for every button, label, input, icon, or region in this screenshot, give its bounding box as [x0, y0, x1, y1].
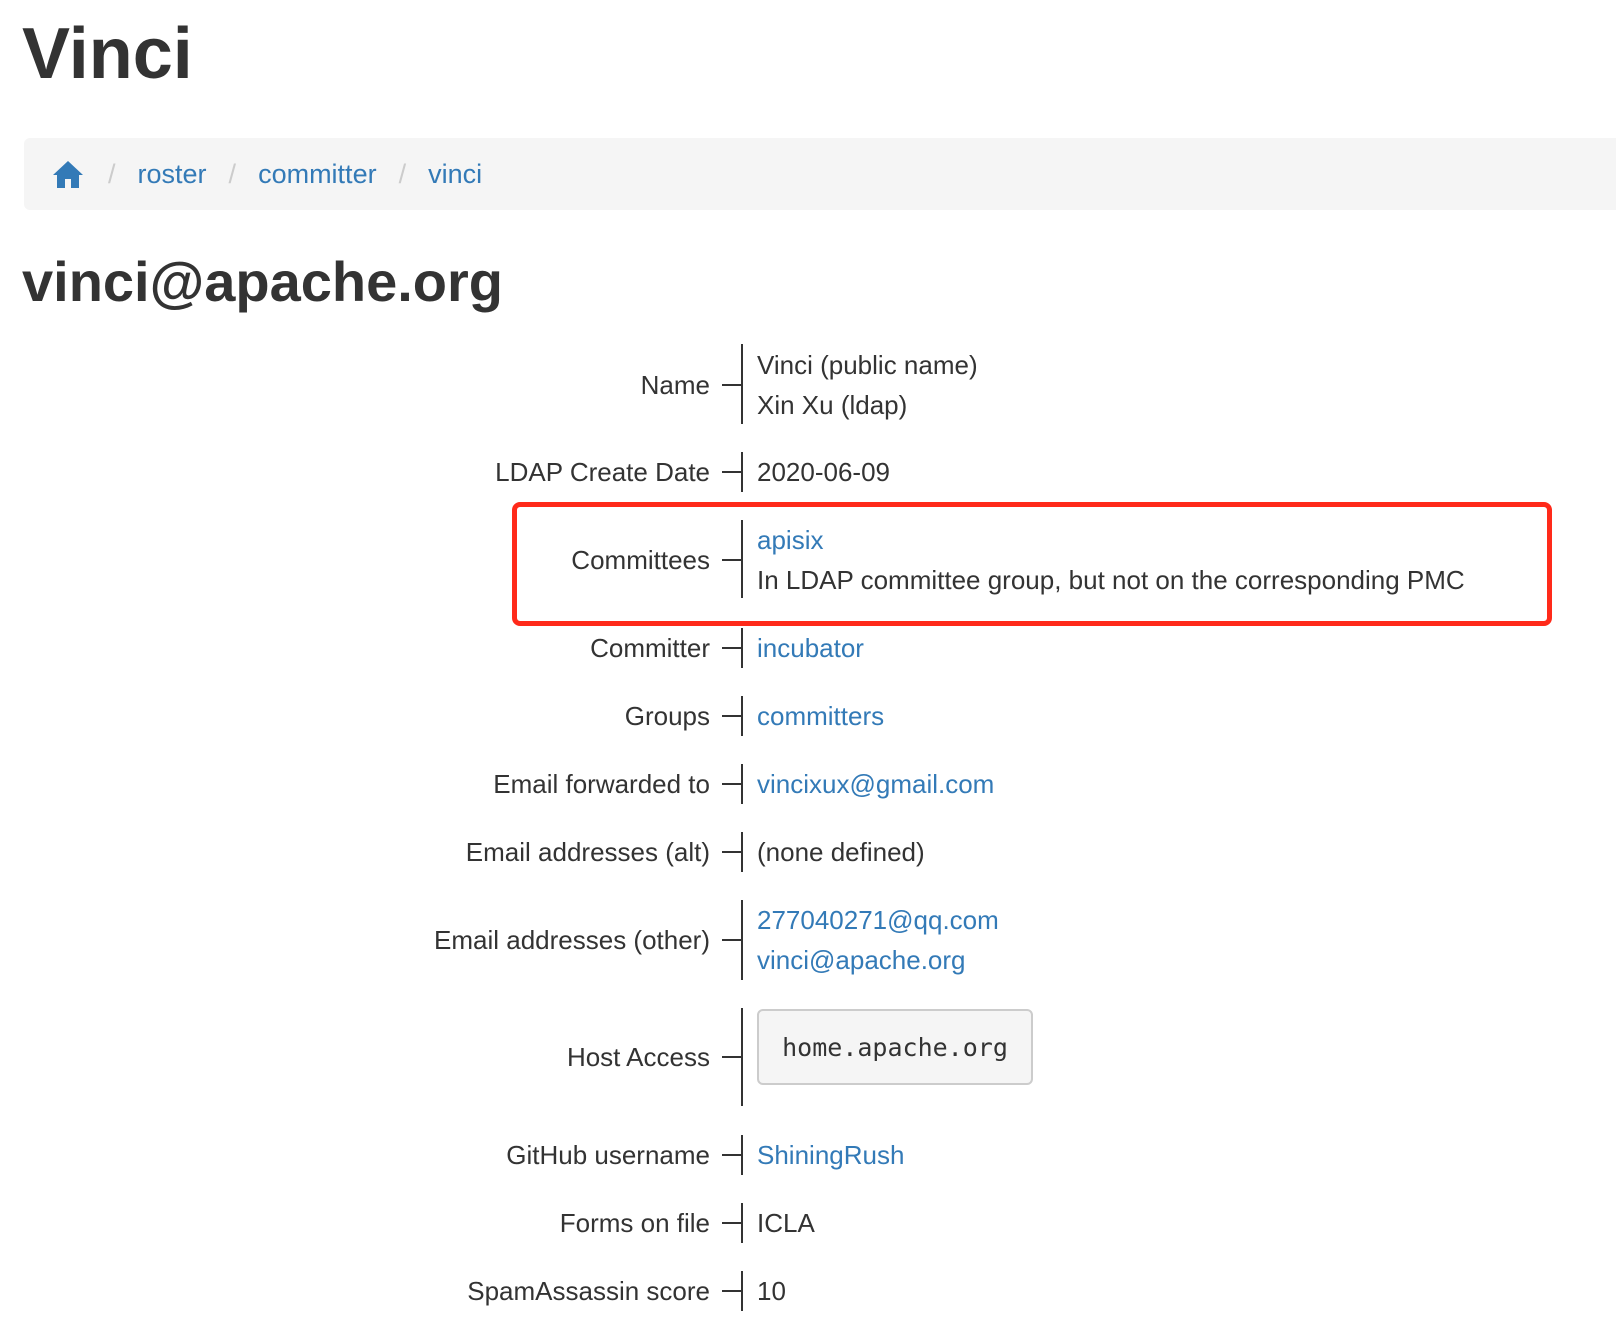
details-list: Name Vinci (public name) Xin Xu (ldap) L…	[0, 0, 1616, 1344]
row-tick	[722, 851, 742, 853]
value-ldap-create-date: 2020-06-09	[757, 457, 890, 487]
github-username-link[interactable]: ShiningRush	[757, 1135, 904, 1175]
email-forwarded-link[interactable]: vincixux@gmail.com	[757, 764, 994, 804]
value-committer: incubator	[757, 628, 864, 668]
ldap-name: Xin Xu (ldap)	[757, 390, 908, 420]
row-vline	[741, 764, 743, 804]
row-tick	[722, 715, 742, 717]
group-link-committers[interactable]: committers	[757, 696, 884, 736]
value-spam-score: 10	[757, 1276, 786, 1306]
public-name: Vinci (public name)	[757, 350, 978, 380]
row-vline	[741, 1135, 743, 1175]
value-github: ShiningRush	[757, 1135, 904, 1175]
row-vline	[741, 900, 743, 980]
row-tick	[722, 783, 742, 785]
label-groups: Groups	[624, 701, 710, 731]
row-tick	[722, 1056, 742, 1058]
row-vline	[741, 1008, 743, 1106]
value-email-alt: (none defined)	[757, 837, 925, 867]
row-tick	[722, 647, 742, 649]
label-spam-score: SpamAssassin score	[467, 1276, 710, 1306]
label-email-other: Email addresses (other)	[434, 925, 710, 955]
label-email-alt: Email addresses (alt)	[465, 837, 710, 867]
row-vline	[741, 628, 743, 668]
row-tick	[722, 471, 742, 473]
value-name: Vinci (public name) Xin Xu (ldap)	[757, 345, 978, 425]
committer-link-incubator[interactable]: incubator	[757, 628, 864, 668]
row-vline	[741, 832, 743, 872]
row-vline	[741, 452, 743, 492]
row-tick	[722, 1222, 742, 1224]
label-committer: Committer	[590, 633, 710, 663]
label-name: Name	[640, 370, 710, 400]
label-ldap-create-date: LDAP Create Date	[495, 457, 710, 487]
label-github: GitHub username	[506, 1140, 710, 1170]
row-tick	[722, 1290, 742, 1292]
host-access-code: home.apache.org	[757, 1009, 1033, 1085]
value-groups: committers	[757, 696, 884, 736]
value-forms: ICLA	[757, 1208, 815, 1238]
label-forms: Forms on file	[559, 1208, 710, 1238]
label-email-forwarded: Email forwarded to	[493, 769, 710, 799]
label-host-access: Host Access	[566, 1042, 710, 1072]
value-email-other: 277040271@qq.com vinci@apache.org	[757, 900, 999, 980]
page: Vinci / roster / committer / vinci vinci…	[0, 0, 1616, 1344]
row-tick	[722, 384, 742, 386]
row-vline	[741, 344, 743, 424]
row-vline	[741, 696, 743, 736]
email-other-link[interactable]: vinci@apache.org	[757, 940, 999, 980]
row-vline	[741, 1203, 743, 1243]
row-tick	[722, 1154, 742, 1156]
value-email-forwarded: vincixux@gmail.com	[757, 764, 994, 804]
committees-highlight-box	[512, 502, 1552, 626]
row-vline	[741, 1271, 743, 1311]
email-other-link[interactable]: 277040271@qq.com	[757, 900, 999, 940]
row-tick	[722, 939, 742, 941]
